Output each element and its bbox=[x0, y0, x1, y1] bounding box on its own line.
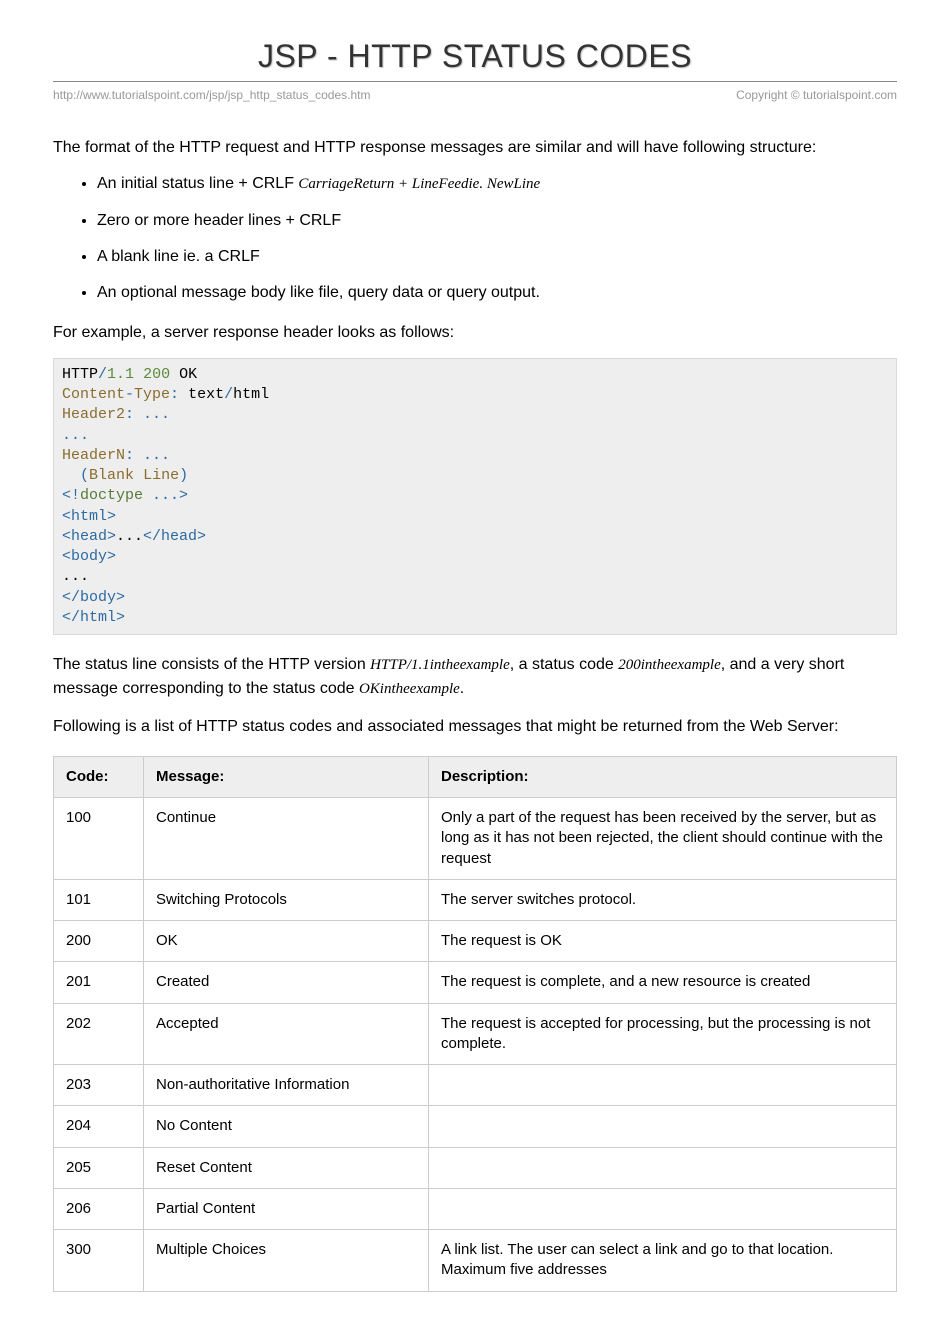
cell-description: Only a part of the request has been rece… bbox=[429, 798, 897, 880]
text-fragment: The status line consists of the HTTP ver… bbox=[53, 656, 370, 673]
cell-description: A link list. The user can select a link … bbox=[429, 1230, 897, 1292]
cell-description bbox=[429, 1065, 897, 1106]
col-header-description: Description: bbox=[429, 756, 897, 797]
cell-message: No Content bbox=[144, 1106, 429, 1147]
col-header-message: Message: bbox=[144, 756, 429, 797]
inline-italic: OKintheexample bbox=[359, 681, 460, 697]
table-row: 204No Content bbox=[54, 1106, 897, 1147]
cell-code: 202 bbox=[54, 1003, 144, 1065]
cell-code: 100 bbox=[54, 798, 144, 880]
copyright-text: Copyright © tutorialspoint.com bbox=[736, 88, 897, 102]
cell-code: 206 bbox=[54, 1188, 144, 1229]
meta-row: http://www.tutorialspoint.com/jsp/jsp_ht… bbox=[53, 88, 897, 102]
list-item-text: An initial status line + CRLF bbox=[97, 175, 298, 192]
cell-description bbox=[429, 1106, 897, 1147]
inline-italic: HTTP/1.1intheexample bbox=[370, 657, 510, 673]
cell-message: Non-authoritative Information bbox=[144, 1065, 429, 1106]
source-url-link[interactable]: http://www.tutorialspoint.com/jsp/jsp_ht… bbox=[53, 88, 371, 102]
cell-code: 205 bbox=[54, 1147, 144, 1188]
cell-message: Multiple Choices bbox=[144, 1230, 429, 1292]
cell-code: 204 bbox=[54, 1106, 144, 1147]
structure-list: An initial status line + CRLF CarriageRe… bbox=[53, 173, 897, 305]
table-body: 100ContinueOnly a part of the request ha… bbox=[54, 798, 897, 1292]
status-line-paragraph: The status line consists of the HTTP ver… bbox=[53, 653, 897, 701]
table-row: 205Reset Content bbox=[54, 1147, 897, 1188]
inline-italic: 200intheexample bbox=[618, 657, 720, 673]
cell-message: Reset Content bbox=[144, 1147, 429, 1188]
cell-code: 200 bbox=[54, 921, 144, 962]
cell-message: Continue bbox=[144, 798, 429, 880]
table-header-row: Code: Message: Description: bbox=[54, 756, 897, 797]
cell-code: 101 bbox=[54, 879, 144, 920]
table-row: 200OKThe request is OK bbox=[54, 921, 897, 962]
cell-code: 300 bbox=[54, 1230, 144, 1292]
cell-code: 201 bbox=[54, 962, 144, 1003]
cell-description: The request is complete, and a new resou… bbox=[429, 962, 897, 1003]
cell-message: Switching Protocols bbox=[144, 879, 429, 920]
table-row: 101Switching ProtocolsThe server switche… bbox=[54, 879, 897, 920]
code-block: HTTP/1.1 200 OK Content-Type: text/html … bbox=[53, 358, 897, 635]
cell-message: Accepted bbox=[144, 1003, 429, 1065]
cell-message: OK bbox=[144, 921, 429, 962]
table-row: 100ContinueOnly a part of the request ha… bbox=[54, 798, 897, 880]
list-item: Zero or more header lines + CRLF bbox=[97, 210, 897, 232]
table-row: 201CreatedThe request is complete, and a… bbox=[54, 962, 897, 1003]
cell-description: The request is OK bbox=[429, 921, 897, 962]
cell-description: The server switches protocol. bbox=[429, 879, 897, 920]
table-row: 203Non-authoritative Information bbox=[54, 1065, 897, 1106]
table-row: 300Multiple ChoicesA link list. The user… bbox=[54, 1230, 897, 1292]
list-item: An optional message body like file, quer… bbox=[97, 282, 897, 304]
list-item: An initial status line + CRLF CarriageRe… bbox=[97, 173, 897, 195]
cell-description bbox=[429, 1188, 897, 1229]
list-item: A blank line ie. a CRLF bbox=[97, 246, 897, 268]
table-lead: Following is a list of HTTP status codes… bbox=[53, 715, 897, 738]
table-row: 202AcceptedThe request is accepted for p… bbox=[54, 1003, 897, 1065]
example-lead: For example, a server response header lo… bbox=[53, 321, 897, 344]
cell-description: The request is accepted for processing, … bbox=[429, 1003, 897, 1065]
col-header-code: Code: bbox=[54, 756, 144, 797]
list-item-italic: CarriageReturn + LineFeedie. NewLine bbox=[298, 176, 540, 192]
text-fragment: . bbox=[460, 680, 464, 697]
page-title: JSP - HTTP STATUS CODES bbox=[53, 38, 897, 82]
cell-message: Partial Content bbox=[144, 1188, 429, 1229]
cell-code: 203 bbox=[54, 1065, 144, 1106]
cell-description bbox=[429, 1147, 897, 1188]
page-root: JSP - HTTP STATUS CODES http://www.tutor… bbox=[0, 0, 950, 1292]
text-fragment: , a status code bbox=[510, 656, 619, 673]
intro-paragraph: The format of the HTTP request and HTTP … bbox=[53, 136, 897, 159]
cell-message: Created bbox=[144, 962, 429, 1003]
status-codes-table: Code: Message: Description: 100ContinueO… bbox=[53, 756, 897, 1292]
table-row: 206Partial Content bbox=[54, 1188, 897, 1229]
